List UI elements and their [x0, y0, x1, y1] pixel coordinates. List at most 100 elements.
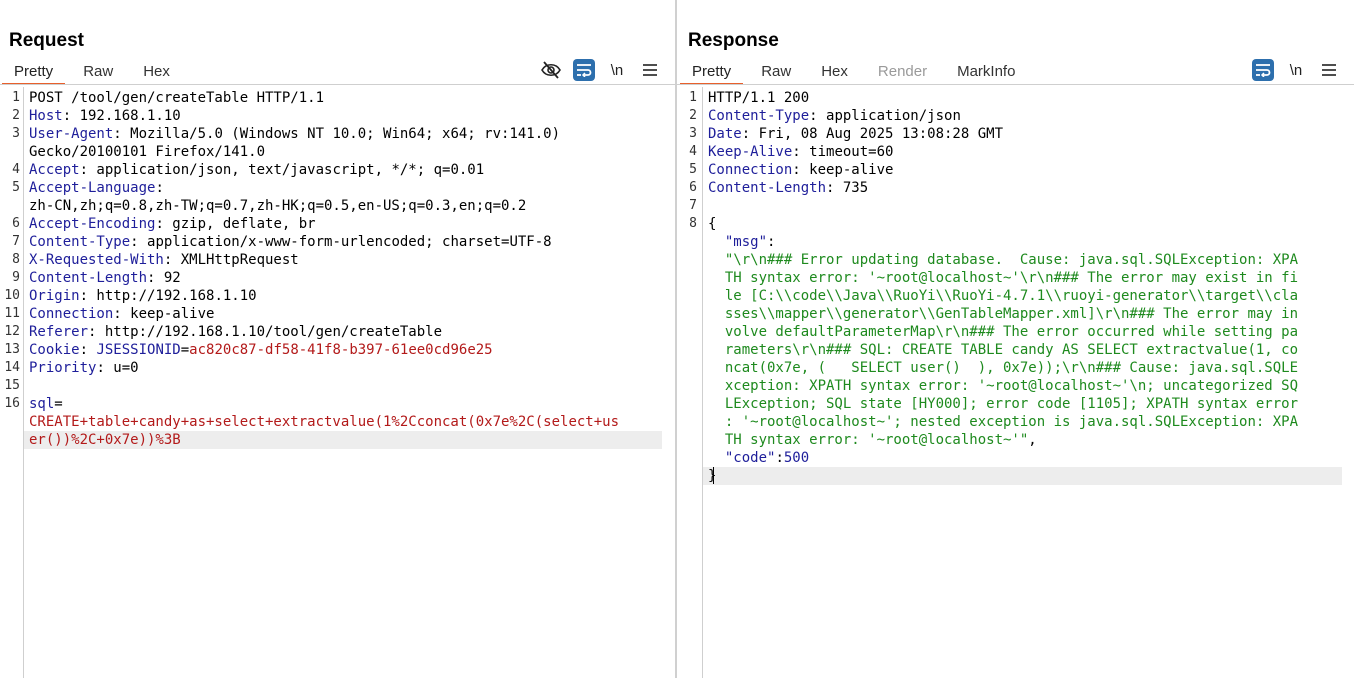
code-line: sses\\mapper\\generator\\GenTableMapper.… — [708, 305, 1298, 323]
code-token: : '~root@localhost~'; nested exception i… — [708, 414, 1299, 430]
code-token: volve defaultParameterMap\r\n### The err… — [708, 324, 1299, 340]
line-number: 8 — [12, 252, 20, 267]
tab-response-render[interactable]: Render — [866, 58, 939, 84]
code-token: : — [79, 342, 97, 358]
code-token: HTTP/1.1 200 — [708, 90, 810, 106]
header-name: Origin — [29, 288, 80, 304]
header-name: Connection — [708, 162, 793, 178]
code-line: Accept-Language: — [29, 179, 164, 197]
current-line-highlight — [703, 467, 1342, 485]
line-number: 6 — [689, 180, 697, 195]
code-token: TH syntax error: '~root@localhost~'\r\n#… — [708, 270, 1299, 286]
line-number: 11 — [4, 306, 20, 321]
code-line: Accept: application/json, text/javascrip… — [29, 161, 484, 179]
code-token: "msg" — [724, 234, 768, 250]
code-token: : Fri, 08 Aug 2025 13:08:28 GMT — [741, 126, 1004, 142]
code-line: Date: Fri, 08 Aug 2025 13:08:28 GMT — [708, 125, 1003, 143]
code-token: 500 — [783, 450, 810, 466]
code-token: le [C:\\code\\Java\\RuoYi\\RuoYi-4.7.1\\… — [708, 288, 1299, 304]
code-line: Priority: u=0 — [29, 359, 139, 377]
newline-icon[interactable]: \n — [606, 59, 628, 81]
tab-response-pretty[interactable]: Pretty — [680, 58, 744, 85]
line-number: 1 — [12, 90, 20, 105]
line-number: 1 — [689, 90, 697, 105]
line-number: 3 — [12, 126, 20, 141]
code-token: LException; SQL state [HY000]; error cod… — [708, 396, 1299, 412]
header-name: Content-Length — [29, 270, 148, 286]
header-name: Keep-Alive — [708, 144, 793, 160]
header-name: Connection — [29, 306, 114, 322]
code-line: Referer: http://192.168.1.10/tool/gen/cr… — [29, 323, 442, 341]
menu-icon[interactable] — [1318, 59, 1340, 81]
header-name: User-Agent — [29, 126, 114, 142]
code-token: "code" — [724, 450, 776, 466]
code-token: zh-CN,zh;q=0.8,zh-TW;q=0.7,zh-HK;q=0.5,e… — [29, 198, 527, 214]
header-name: Content-Length — [708, 180, 827, 196]
header-name: Host — [29, 108, 63, 124]
code-line: Connection: keep-alive — [29, 305, 214, 323]
tab-request-pretty[interactable]: Pretty — [2, 58, 66, 85]
header-name: sql — [29, 396, 55, 412]
code-line: Host: 192.168.1.10 — [29, 107, 181, 125]
code-line: Gecko/20100101 Firefox/141.0 — [29, 143, 265, 161]
line-number: 10 — [4, 288, 20, 303]
line-number: 4 — [689, 144, 697, 159]
code-token: : application/x-www-form-urlencoded; cha… — [130, 234, 552, 250]
wrap-icon[interactable] — [573, 59, 595, 81]
code-token: : timeout=60 — [792, 144, 894, 160]
code-line: : '~root@localhost~'; nested exception i… — [708, 413, 1298, 431]
code-token: : application/json, text/javascript, */*… — [79, 162, 485, 178]
code-token: : XMLHttpRequest — [163, 252, 299, 268]
code-token: { — [708, 216, 717, 232]
code-token: : u=0 — [96, 360, 139, 376]
code-line: "code":500 — [708, 449, 809, 467]
code-token: "\r\n### Error updating database. Cause:… — [708, 252, 1299, 268]
tab-response-markinfo[interactable]: MarkInfo — [945, 58, 1027, 84]
response-editor[interactable]: 1 HTTP/1.1 200 2 Content-Type: application/… — [677, 87, 1354, 678]
line-number: 8 — [689, 216, 697, 231]
header-name: Accept-Encoding — [29, 216, 156, 232]
header-name: Referer — [29, 324, 89, 340]
response-title: Response — [688, 30, 779, 51]
code-line: Keep-Alive: timeout=60 — [708, 143, 893, 161]
code-token: = — [54, 396, 63, 412]
code-token: : http://192.168.1.10/tool/gen/createTab… — [88, 324, 443, 340]
eye-off-icon[interactable] — [540, 59, 562, 81]
request-pane: Request Pretty Raw Hex \n 1 POST /tool/ge… — [0, 0, 675, 678]
code-token: : — [767, 234, 776, 250]
code-token: : — [775, 450, 784, 466]
code-line: LException; SQL state [HY000]; error cod… — [708, 395, 1298, 413]
response-toolbar: \n — [1252, 58, 1340, 82]
header-name: Accept — [29, 162, 80, 178]
code-token: : http://192.168.1.10 — [79, 288, 257, 304]
wrap-icon[interactable] — [1252, 59, 1274, 81]
tab-request-raw[interactable]: Raw — [71, 58, 125, 84]
line-number: 13 — [4, 342, 20, 357]
code-line: Origin: http://192.168.1.10 — [29, 287, 257, 305]
request-editor[interactable]: 1 POST /tool/gen/createTable HTTP/1.1 2 Hos… — [0, 87, 675, 678]
header-name: Accept-Language — [29, 180, 156, 196]
code-token: , — [1028, 432, 1037, 448]
tab-request-hex[interactable]: Hex — [131, 58, 182, 84]
line-number: 3 — [689, 126, 697, 141]
code-line: Accept-Encoding: gzip, deflate, br — [29, 215, 316, 233]
menu-icon[interactable] — [639, 59, 661, 81]
newline-icon[interactable]: \n — [1285, 59, 1307, 81]
code-token: rameters\r\n### SQL: CREATE TABLE candy … — [708, 342, 1299, 358]
code-token: : keep-alive — [113, 306, 215, 322]
param-value: ac820c87-df58-41f8-b397-61ee0cd96e25 — [189, 342, 493, 358]
tab-response-hex[interactable]: Hex — [809, 58, 860, 84]
response-tab-rule — [677, 84, 1354, 85]
line-number: 6 — [12, 216, 20, 231]
line-number: 5 — [12, 180, 20, 195]
code-line: CREATE+table+candy+as+select+extractvalu… — [29, 413, 619, 431]
code-line: "\r\n### Error updating database. Cause:… — [708, 251, 1298, 269]
code-line: User-Agent: Mozilla/5.0 (Windows NT 10.0… — [29, 125, 560, 143]
response-tabs: Pretty Raw Hex Render MarkInfo — [680, 58, 1033, 85]
code-line: TH syntax error: '~root@localhost~'", — [708, 431, 1037, 449]
header-name: Date — [708, 126, 742, 142]
code-line: rameters\r\n### SQL: CREATE TABLE candy … — [708, 341, 1298, 359]
request-toolbar: \n — [540, 58, 661, 82]
tab-response-raw[interactable]: Raw — [749, 58, 803, 84]
